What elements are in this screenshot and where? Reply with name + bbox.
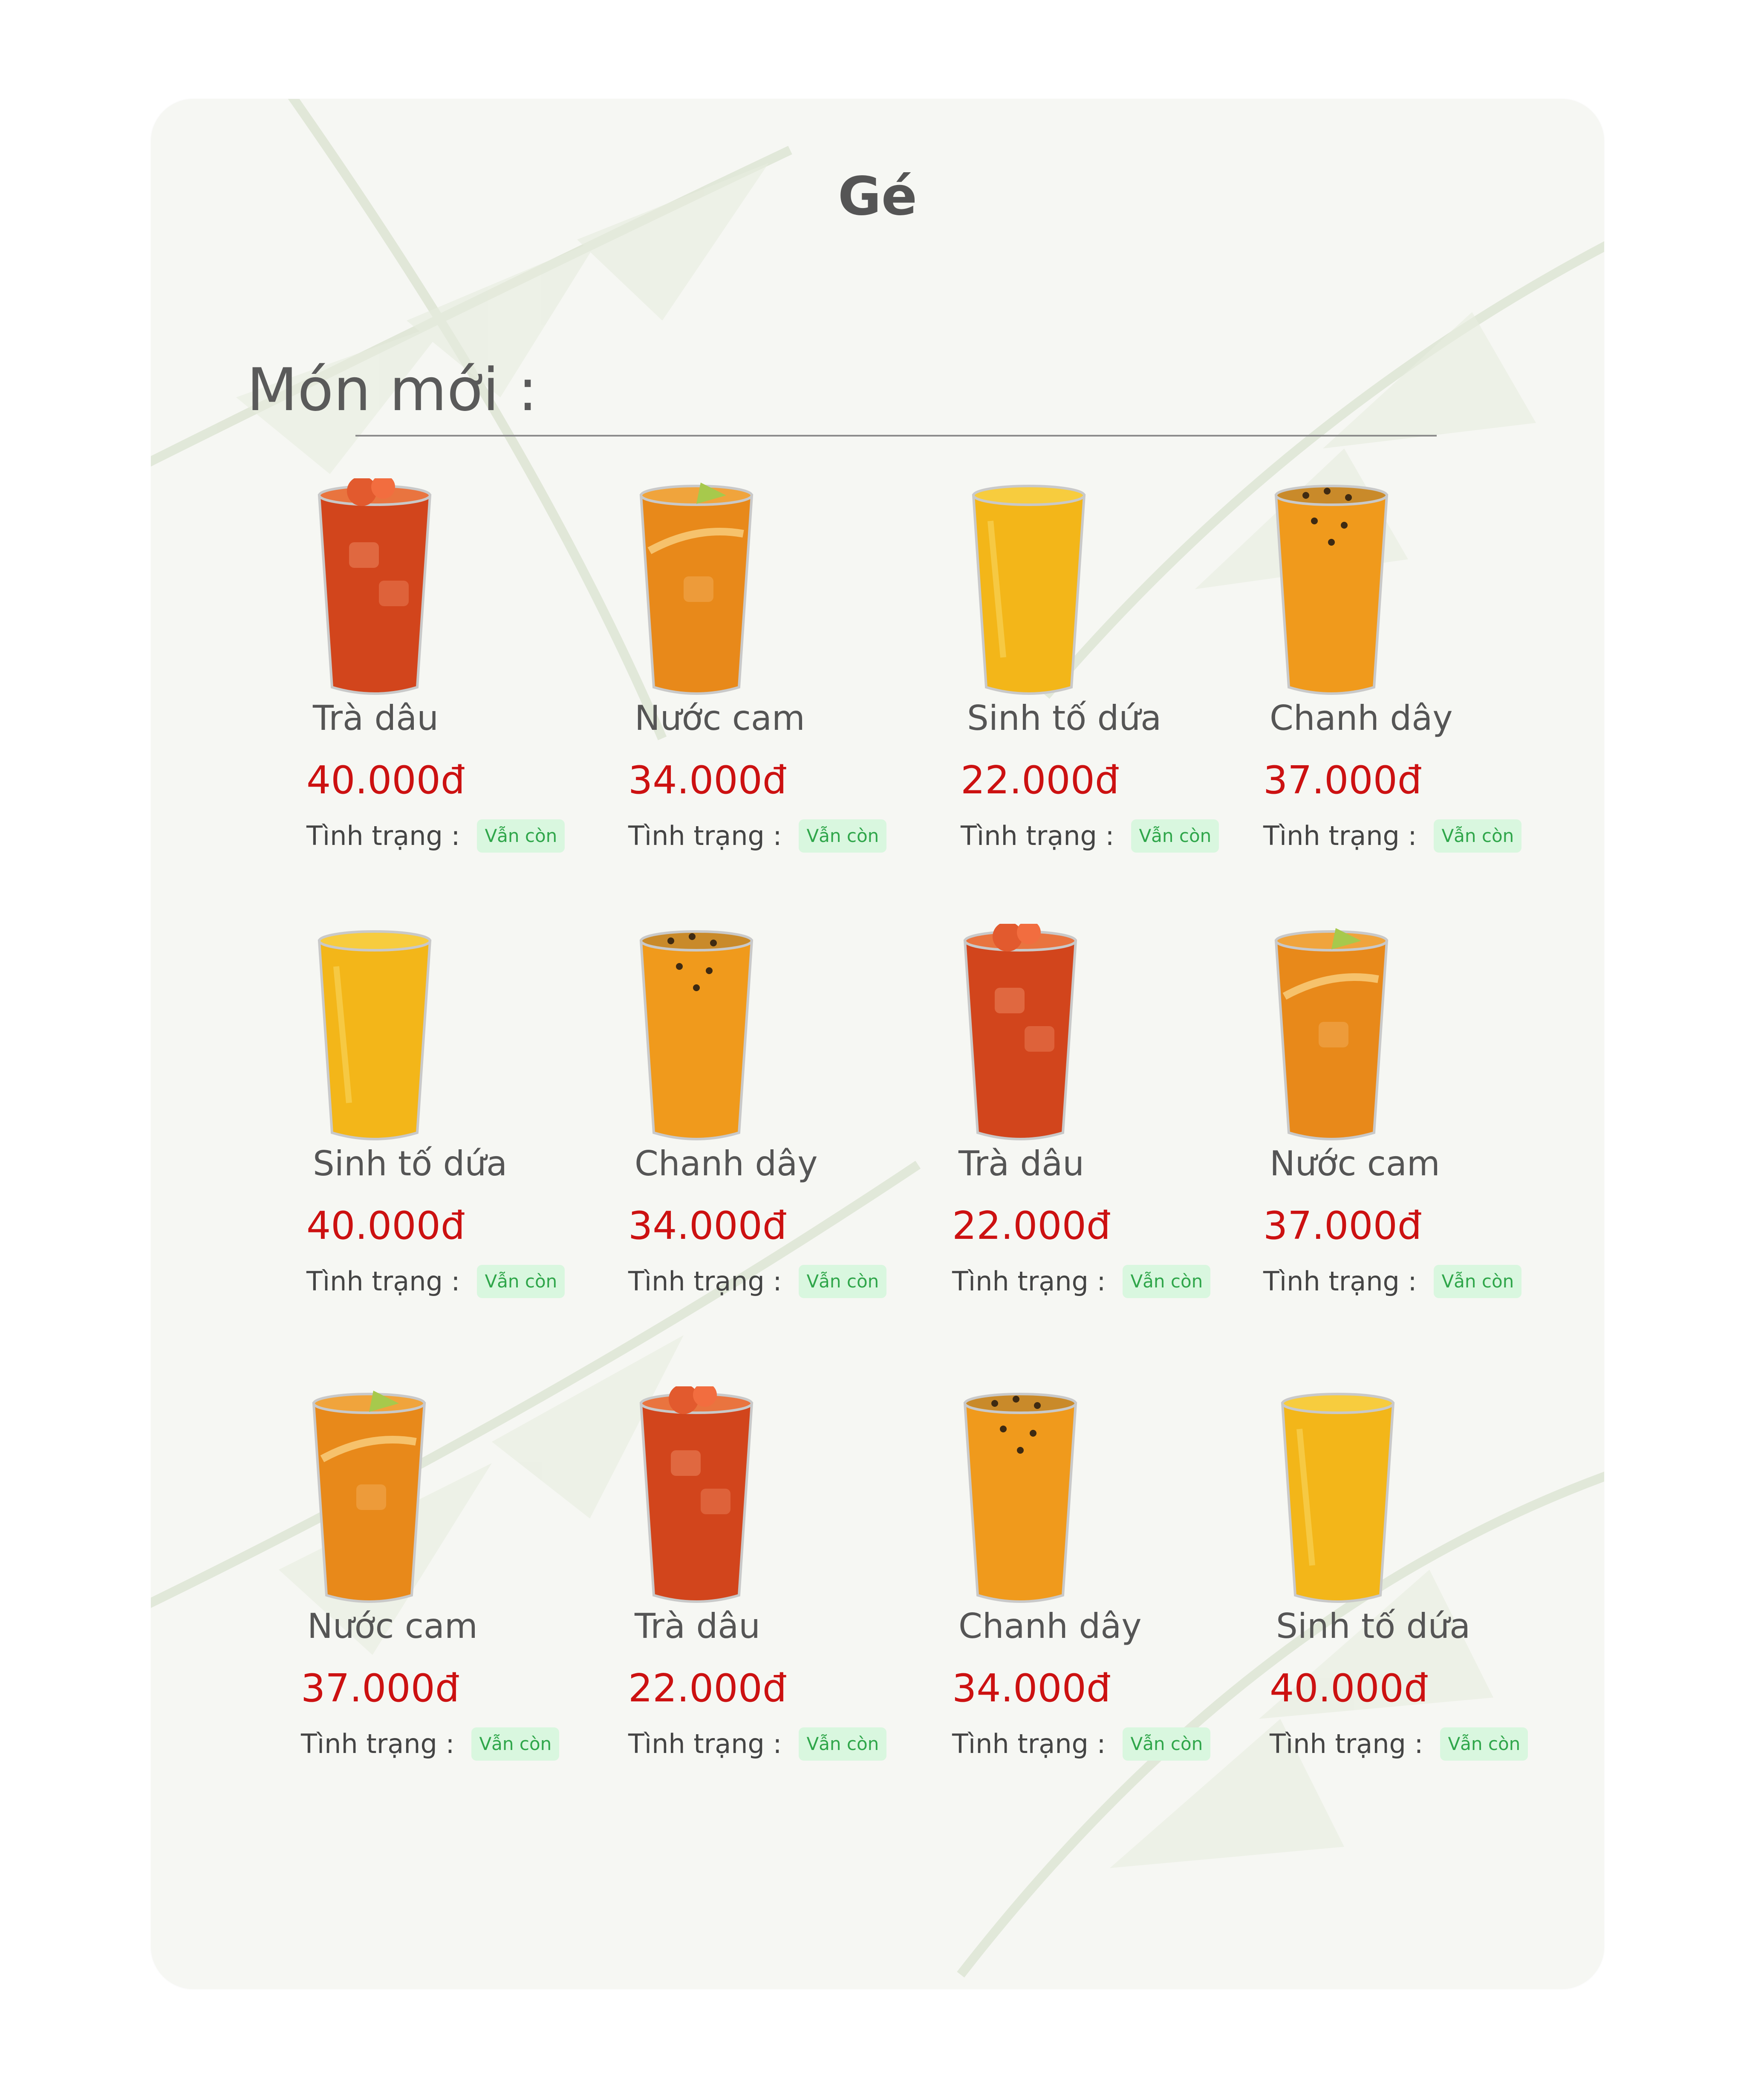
orange-juice-glass-icon <box>312 1391 426 1603</box>
status-label: Tình trạng : <box>628 820 782 851</box>
status-label: Tình trạng : <box>628 1266 782 1297</box>
status-badge: Vẫn còn <box>471 1727 560 1761</box>
status-badge: Vẫn còn <box>799 819 887 853</box>
status-label: Tình trạng : <box>961 820 1114 851</box>
status-label: Tình trạng : <box>301 1728 455 1759</box>
product-card[interactable]: Nước cam 37.000đ Tình trạng : Vẫn còn <box>1263 924 1579 1342</box>
status-badge: Vẫn còn <box>1434 1265 1522 1299</box>
status-label: Tình trạng : <box>1263 820 1417 851</box>
status-row: Tình trạng : Vẫn còn <box>301 1727 560 1761</box>
status-label: Tình trạng : <box>306 1266 460 1297</box>
passion-fruit-glass-icon <box>963 1393 1077 1603</box>
strawberry-tea-glass-icon <box>639 1386 754 1603</box>
status-row: Tình trạng : Vẫn còn <box>952 1265 1211 1299</box>
orange-juice-glass-icon <box>1274 928 1389 1140</box>
status-badge: Vẫn còn <box>477 1265 565 1299</box>
passion-fruit-glass-icon <box>639 930 754 1140</box>
product-price: 22.000đ <box>952 1203 1111 1248</box>
product-name: Sinh tố dứa <box>313 1144 508 1183</box>
product-price: 40.000đ <box>306 1203 465 1248</box>
product-card[interactable]: Sinh tố dứa 22.000đ Tình trạng : Vẫn còn <box>961 478 1276 896</box>
pineapple-smoothie-glass-icon <box>318 930 432 1140</box>
product-price: 34.000đ <box>628 1203 787 1248</box>
product-card[interactable]: Chanh dây 37.000đ Tình trạng : Vẫn còn <box>1263 478 1579 896</box>
status-badge: Vẫn còn <box>1440 1727 1528 1761</box>
status-row: Tình trạng : Vẫn còn <box>628 1265 887 1299</box>
product-name: Trà dâu <box>635 1606 760 1646</box>
product-name: Trà dâu <box>313 698 439 738</box>
status-row: Tình trạng : Vẫn còn <box>628 819 887 853</box>
product-name: Nước cam <box>1270 1144 1440 1183</box>
product-card[interactable]: Trà dâu 40.000đ Tình trạng : Vẫn còn <box>306 478 622 896</box>
product-card[interactable]: Sinh tố dứa 40.000đ Tình trạng : Vẫn còn <box>1270 1386 1585 1804</box>
strawberry-tea-glass-icon <box>318 478 432 695</box>
status-row: Tình trạng : Vẫn còn <box>306 819 565 853</box>
product-name: Chanh dây <box>959 1606 1142 1646</box>
product-price: 37.000đ <box>301 1666 460 1711</box>
status-row: Tình trạng : Vẫn còn <box>1270 1727 1528 1761</box>
status-row: Tình trạng : Vẫn còn <box>952 1727 1211 1761</box>
pineapple-smoothie-glass-icon <box>972 485 1086 695</box>
status-badge: Vẫn còn <box>1434 819 1522 853</box>
product-name: Trà dâu <box>959 1144 1084 1183</box>
pineapple-smoothie-glass-icon <box>1281 1393 1395 1603</box>
status-label: Tình trạng : <box>1263 1266 1417 1297</box>
status-label: Tình trạng : <box>1270 1728 1423 1759</box>
product-price: 40.000đ <box>1270 1666 1429 1711</box>
status-row: Tình trạng : Vẫn còn <box>1263 1265 1522 1299</box>
status-row: Tình trạng : Vẫn còn <box>306 1265 565 1299</box>
orange-juice-glass-icon <box>639 483 754 695</box>
product-card[interactable]: Trà dâu 22.000đ Tình trạng : Vẫn còn <box>952 924 1267 1342</box>
product-price: 22.000đ <box>961 758 1120 803</box>
status-badge: Vẫn còn <box>799 1265 887 1299</box>
status-badge: Vẫn còn <box>1123 1727 1211 1761</box>
product-card[interactable]: Sinh tố dứa 40.000đ Tình trạng : Vẫn còn <box>306 924 622 1342</box>
product-price: 34.000đ <box>952 1666 1111 1711</box>
product-price: 37.000đ <box>1263 758 1422 803</box>
status-badge: Vẫn còn <box>799 1727 887 1761</box>
product-price: 22.000đ <box>628 1666 787 1711</box>
status-badge: Vẫn còn <box>1123 1265 1211 1299</box>
product-card[interactable]: Chanh dây 34.000đ Tình trạng : Vẫn còn <box>628 924 944 1342</box>
status-label: Tình trạng : <box>628 1728 782 1759</box>
passion-fruit-glass-icon <box>1274 485 1389 695</box>
product-grid: Trà dâu 40.000đ Tình trạng : Vẫn còn Nướ… <box>151 99 1604 1989</box>
product-card[interactable]: Nước cam 34.000đ Tình trạng : Vẫn còn <box>628 478 944 896</box>
status-row: Tình trạng : Vẫn còn <box>961 819 1219 853</box>
product-price: 34.000đ <box>628 758 787 803</box>
status-label: Tình trạng : <box>952 1266 1106 1297</box>
product-name: Chanh dây <box>635 1144 818 1183</box>
product-name: Chanh dây <box>1270 698 1453 738</box>
product-name: Sinh tố dứa <box>1276 1606 1471 1646</box>
product-card[interactable]: Trà dâu 22.000đ Tình trạng : Vẫn còn <box>628 1386 944 1804</box>
product-price: 37.000đ <box>1263 1203 1422 1248</box>
product-name: Nước cam <box>635 698 805 738</box>
strawberry-tea-glass-icon <box>963 924 1077 1140</box>
product-card[interactable]: Chanh dây 34.000đ Tình trạng : Vẫn còn <box>952 1386 1267 1804</box>
product-name: Sinh tố dứa <box>967 698 1162 738</box>
status-label: Tình trạng : <box>952 1728 1106 1759</box>
status-label: Tình trạng : <box>306 820 460 851</box>
status-badge: Vẫn còn <box>1131 819 1219 853</box>
product-price: 40.000đ <box>306 758 465 803</box>
status-row: Tình trạng : Vẫn còn <box>628 1727 887 1761</box>
product-name: Nước cam <box>307 1606 478 1646</box>
menu-card: Gé Món mới : Trà dâu 40.000đ Tình trạng … <box>151 99 1604 1989</box>
product-card[interactable]: Nước cam 37.000đ Tình trạng : Vẫn còn <box>301 1386 616 1804</box>
status-badge: Vẫn còn <box>477 819 565 853</box>
status-row: Tình trạng : Vẫn còn <box>1263 819 1522 853</box>
